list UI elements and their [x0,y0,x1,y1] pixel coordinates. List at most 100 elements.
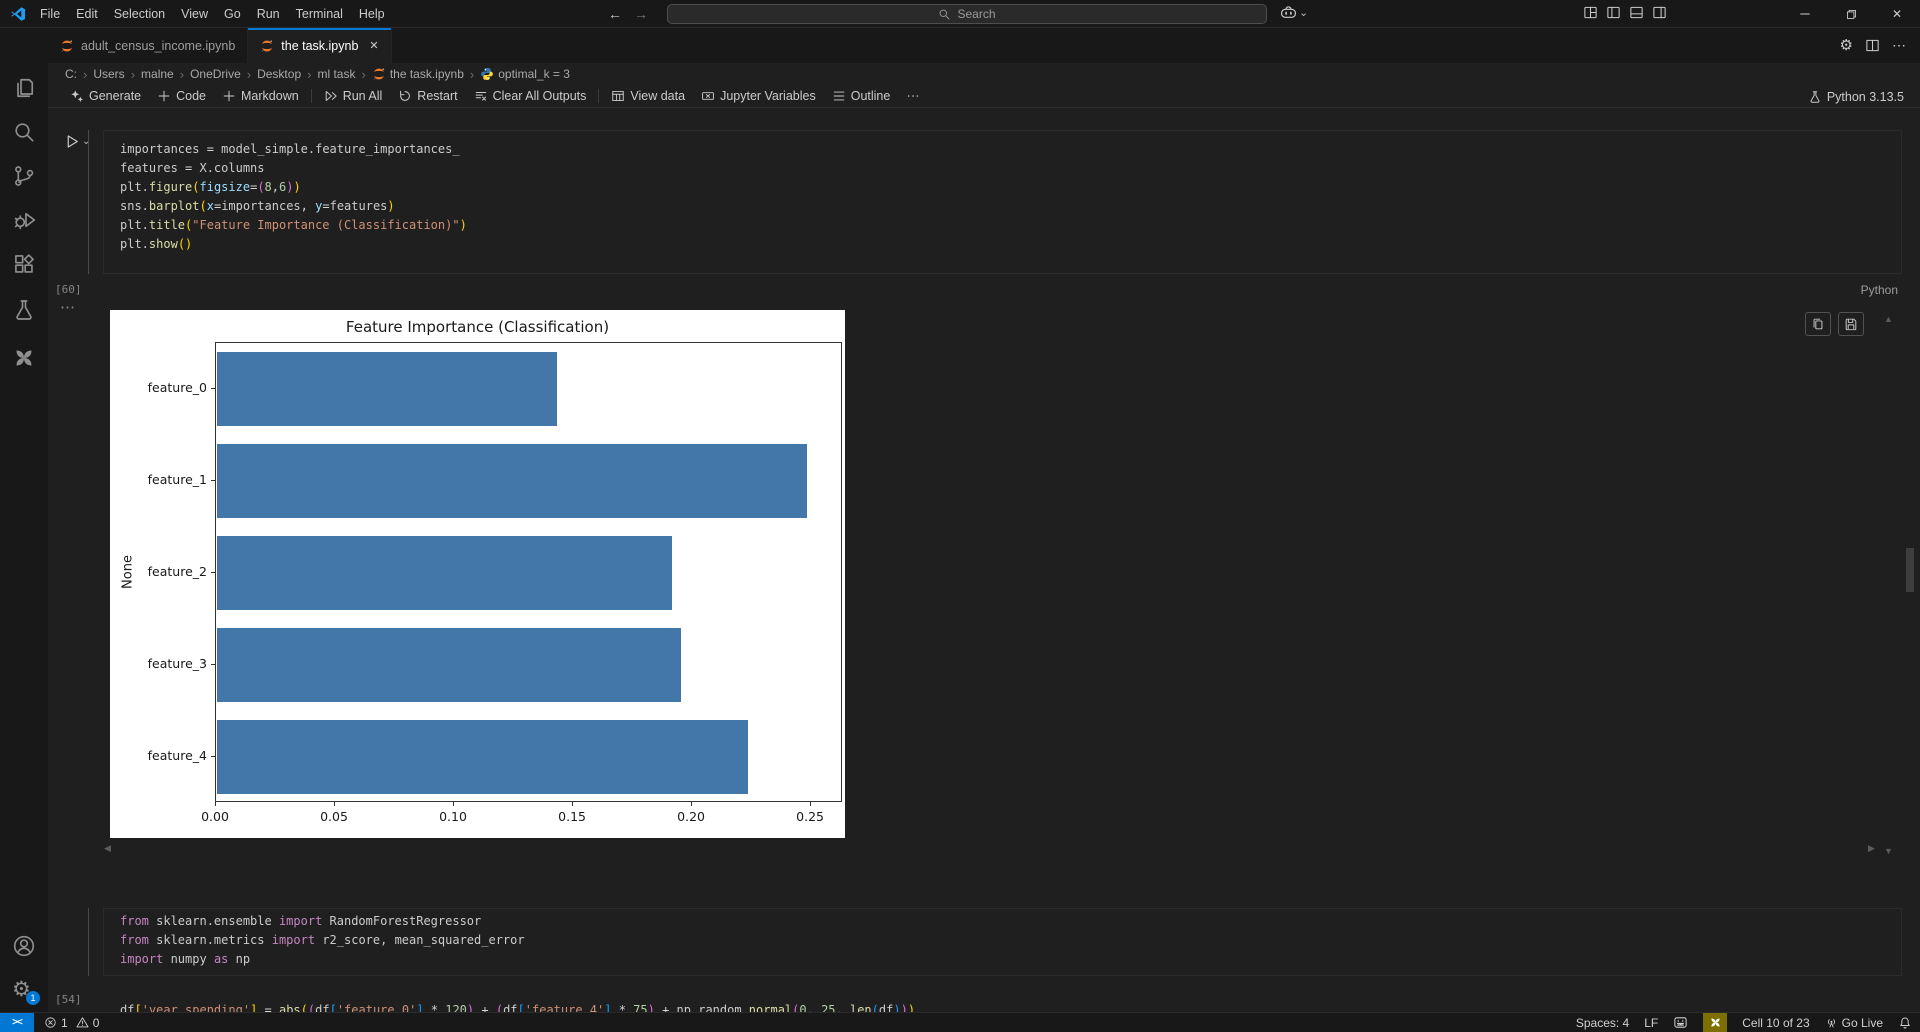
tab-adult-census-income-ipynb[interactable]: adult_census_income.ipynb [48,28,249,63]
scroll-up-icon[interactable]: ▲ [1884,314,1893,324]
view-data-icon [611,89,625,103]
code-line[interactable]: plt.figure(figsize=(8,6)) [120,178,467,197]
menu-selection[interactable]: Selection [106,0,173,28]
menu-view[interactable]: View [173,0,216,28]
code-line[interactable]: plt.title("Feature Importance (Classific… [120,216,467,235]
toggle-panel-icon[interactable] [1629,5,1644,20]
remote-indicator[interactable]: >< [0,1013,34,1032]
toggle-sidebar-icon[interactable] [1606,5,1621,20]
chart-title: Feature Importance (Classification) [345,318,610,336]
feedback-face-icon[interactable] [1673,1015,1688,1030]
menu-run[interactable]: Run [249,0,288,28]
cell-code-editor[interactable]: df['year_spending'] = abs((df['feature_0… [120,1001,915,1012]
cell-language-picker[interactable]: Python [1861,283,1898,297]
notifications-bell-icon[interactable] [1898,1016,1912,1030]
testing-icon[interactable] [12,298,36,322]
minimize-button[interactable] [1782,0,1828,28]
source-control-icon[interactable] [12,164,36,188]
back-arrow-icon[interactable]: ← [608,6,622,22]
editor-more-actions-icon[interactable]: ⋯ [1892,37,1906,54]
toolbar-generate-button[interactable]: Generate [62,85,149,108]
toolbar-outline-button[interactable]: Outline [824,85,899,108]
toolbar-restart-button[interactable]: Restart [390,85,465,108]
run-all-icon [324,89,338,103]
code-line[interactable]: import numpy as np [120,950,525,969]
breadcrumb-item[interactable]: Desktop [257,67,301,81]
kernel-picker[interactable]: Python 3.13.5 [1808,85,1904,108]
toolbar-clear-outputs-button[interactable]: Clear All Outputs [466,85,595,108]
search-input[interactable]: Search [667,4,1267,24]
close-window-button[interactable]: ✕ [1874,0,1920,28]
output-more-actions[interactable]: ⋯ [60,298,76,316]
generate-icon [70,89,84,103]
breadcrumb-item[interactable]: optimal_k = 3 [480,67,570,81]
extensions-icon[interactable] [12,252,36,276]
outline-icon [832,89,846,103]
notebook-toolbar: Generate Code Markdown Run All Restart Clear … [48,85,1920,108]
code-line[interactable]: sns.barplot(x=importances, y=features) [120,197,467,216]
code-line[interactable]: features = X.columns [120,159,467,178]
toolbar-jupyter-variables-button[interactable]: Jupyter Variables [693,85,824,108]
menu-file[interactable]: File [32,0,68,28]
code-line[interactable]: from sklearn.metrics import r2_score, me… [120,931,525,950]
breadcrumb-item[interactable]: ml task [317,67,355,81]
restore-button[interactable] [1828,0,1874,28]
breadcrumb-item[interactable]: OneDrive [190,67,241,81]
settings-gear-icon[interactable]: ⚙ 1 [12,978,40,1005]
cell-code-editor[interactable]: from sklearn.ensemble import RandomFores… [120,912,525,969]
vscode-logo-icon [10,6,26,22]
run-cell-button[interactable]: ⌄ [64,133,90,150]
scroll-left-icon[interactable]: ◀ [104,843,111,854]
scroll-down-icon[interactable]: ▼ [1884,846,1893,856]
vertical-scrollbar[interactable] [1906,548,1914,592]
toolbar-run-all-button[interactable]: Run All [316,85,391,108]
cell-indicator[interactable]: Cell 10 of 23 [1742,1016,1809,1030]
account-icon[interactable] [12,934,36,958]
toolbar-view-data-button[interactable]: View data [603,85,693,108]
eol-indicator[interactable]: LF [1644,1016,1658,1030]
cell-code-editor[interactable]: importances = model_simple.feature_impor… [120,140,467,254]
breadcrumb-item[interactable]: Users [93,67,124,81]
indent-indicator[interactable]: Spaces: 4 [1576,1016,1629,1030]
copilot-menu[interactable]: ⌄ [1280,4,1308,21]
xtick-label: 0.00 [201,809,229,824]
problems-indicator[interactable]: 1 0 [44,1013,99,1032]
customize-layout-icon[interactable] [1583,5,1598,20]
search-sidebar-icon[interactable] [12,120,36,144]
explorer-icon[interactable] [12,76,36,100]
chevron-down-icon: ⌄ [1299,7,1309,19]
execution-count: [60] [55,283,82,296]
code-line[interactable]: df['year_spending'] = abs((df['feature_0… [120,1001,915,1012]
breadcrumb-separator: › [179,66,185,82]
toggle-secondary-sidebar-icon[interactable] [1652,5,1667,20]
save-output-button[interactable] [1838,312,1864,336]
title-bar: File Edit Selection View Go Run Terminal Help ←… [0,0,1920,28]
toolbar-add-markdown-button[interactable]: Markdown [214,85,307,108]
copy-output-button[interactable] [1805,312,1831,336]
notebook-settings-icon[interactable]: ⚙ [1840,34,1853,58]
extension-pinwheel-icon[interactable] [12,346,36,370]
code-line[interactable]: importances = model_simple.feature_impor… [120,140,467,159]
toolbar-add-code-button[interactable]: Code [149,85,214,108]
breadcrumb[interactable]: C: › Users › malne › OneDrive › Desktop › ml task ›… [65,63,570,85]
scroll-right-icon[interactable]: ▶ [1868,843,1875,854]
extension-status-icon[interactable] [1703,1013,1728,1032]
jupyter-icon [260,39,274,53]
menu-edit[interactable]: Edit [68,0,106,28]
breadcrumb-item[interactable]: the task.ipynb [372,67,464,81]
forward-arrow-icon[interactable]: → [634,6,648,22]
breadcrumb-item[interactable]: malne [141,67,174,81]
close-tab-icon[interactable]: ✕ [369,39,378,52]
menu-help[interactable]: Help [351,0,393,28]
ytick-label: feature_2 [147,564,207,579]
menu-go[interactable]: Go [216,0,249,28]
go-live-button[interactable]: Go Live [1825,1016,1883,1030]
tab-the-task-ipynb[interactable]: the task.ipynb ✕ [248,28,392,63]
menu-terminal[interactable]: Terminal [288,0,351,28]
run-debug-icon[interactable] [12,208,36,232]
breadcrumb-item[interactable]: C: [65,67,77,81]
split-editor-icon[interactable] [1865,38,1880,53]
code-line[interactable]: from sklearn.ensemble import RandomFores… [120,912,525,931]
toolbar-more-actions-button[interactable] [898,85,928,108]
code-line[interactable]: plt.show() [120,235,467,254]
